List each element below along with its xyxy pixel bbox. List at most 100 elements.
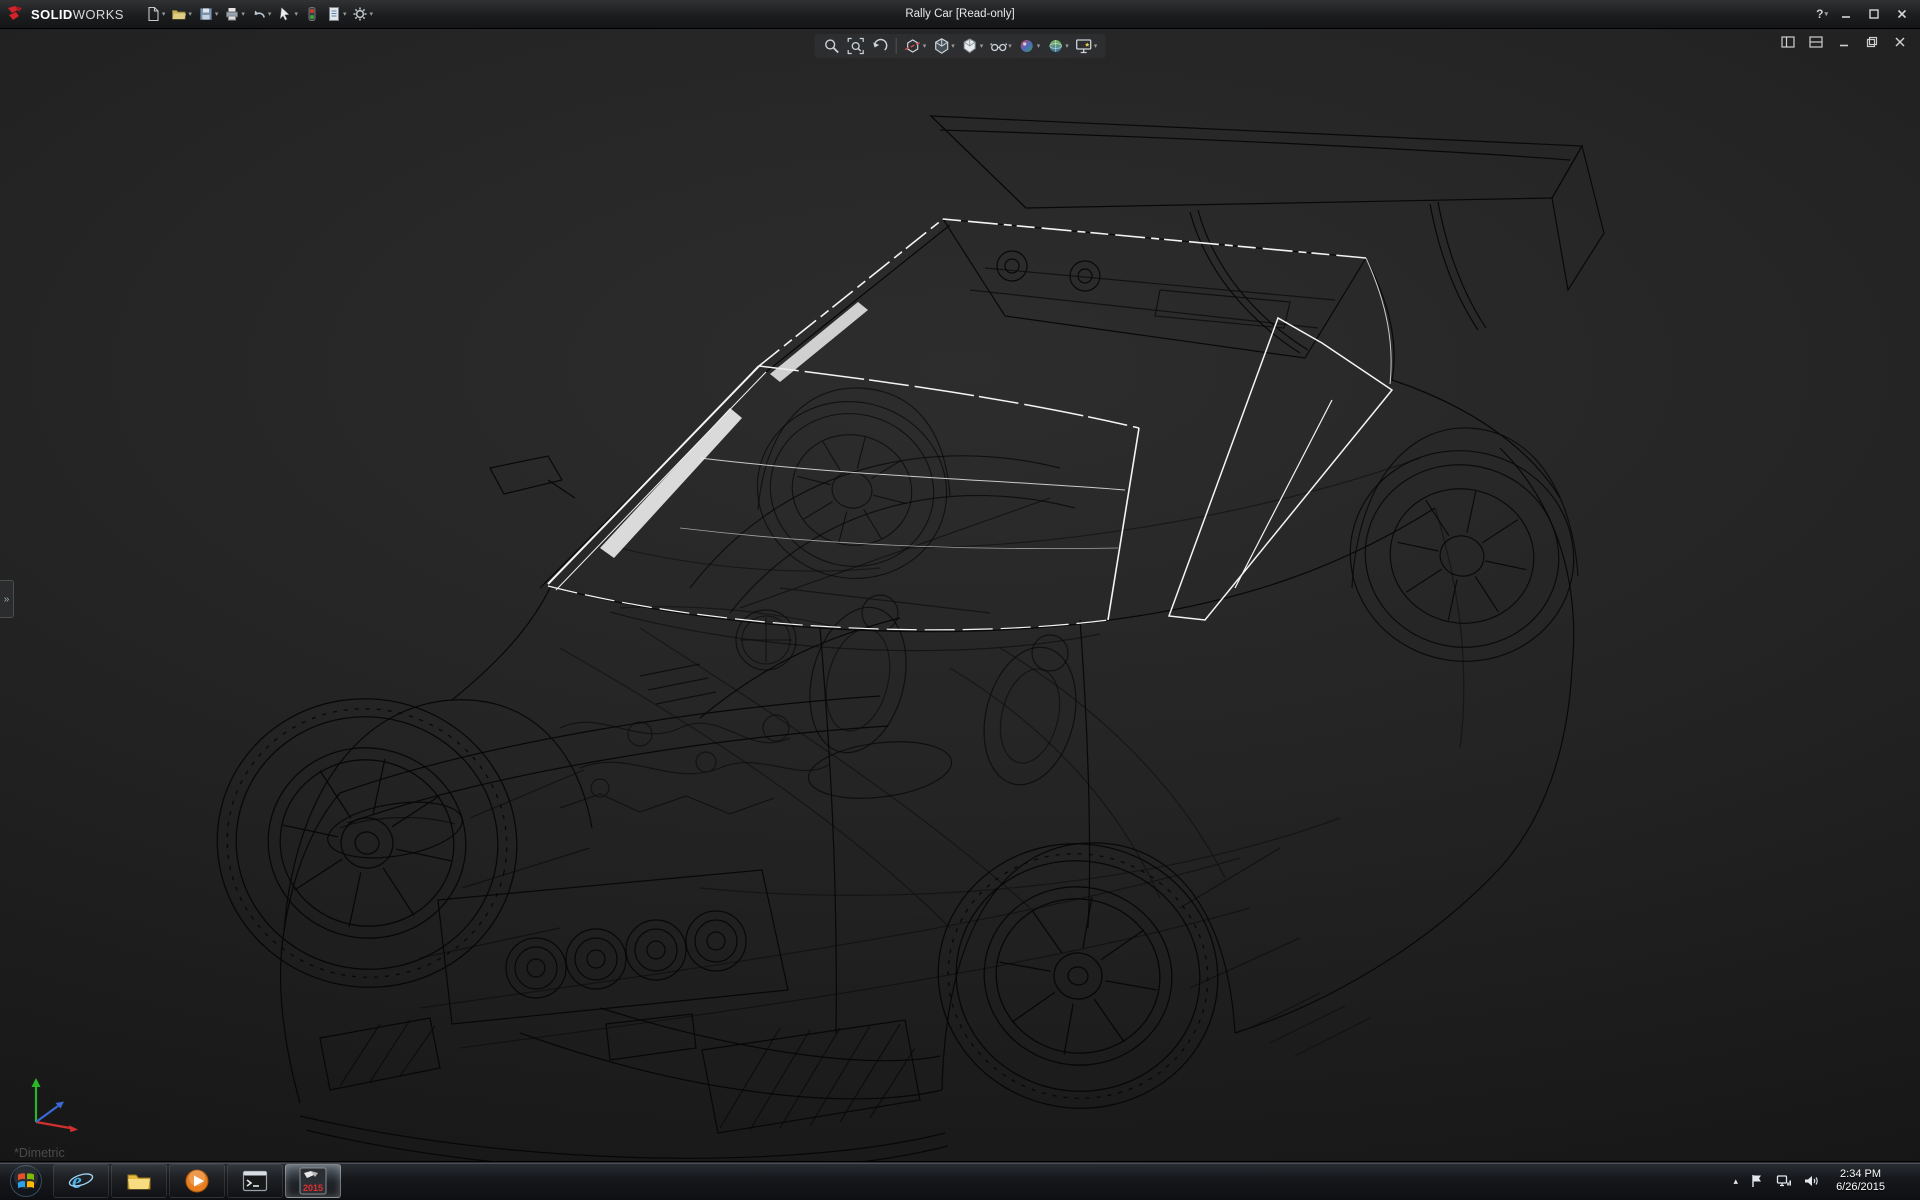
options-button[interactable]: ▾ [349, 2, 376, 26]
print-button[interactable]: ▾ [221, 2, 248, 26]
network-icon[interactable] [1776, 1173, 1792, 1189]
file-properties-button[interactable]: ▾ [323, 2, 350, 26]
close-document-button[interactable] [1890, 33, 1910, 51]
undo-icon [251, 6, 267, 22]
show-feature-tree-button[interactable] [1778, 33, 1798, 51]
rear-left-wheel [917, 822, 1239, 1131]
dropdown-caret-icon: ▾ [1037, 42, 1041, 50]
command-prompt-icon [241, 1167, 269, 1195]
main-toolbar: ▾ ▾ ▾ ▾ [142, 2, 376, 26]
zoom-to-area-button[interactable] [845, 36, 867, 56]
hide-show-items-button[interactable]: ▾ [987, 36, 1014, 56]
front-right-wheel [739, 382, 966, 599]
internet-explorer-icon: e [67, 1167, 95, 1195]
minimize-icon [1840, 8, 1852, 20]
save-button[interactable]: ▾ [195, 2, 222, 26]
hide-show-glasses-icon [989, 37, 1007, 55]
zoom-to-fit-button[interactable] [821, 36, 843, 56]
document-title: Rally Car [Read-only] [905, 8, 1014, 20]
dropdown-caret-icon: ▾ [241, 10, 245, 18]
undo-button[interactable]: ▾ [248, 2, 275, 26]
view-settings-button[interactable]: ▾ [1073, 36, 1100, 56]
taskbar-clock[interactable]: 2:34 PM 6/26/2015 [1830, 1168, 1891, 1194]
folder-icon [125, 1167, 153, 1195]
titlebar: SOLIDWORKS ▾ ▾ ▾ [0, 0, 1920, 29]
show-hidden-icons-button[interactable]: ▴ [1734, 1176, 1739, 1187]
solidworks-logo-icon [6, 5, 26, 23]
dropdown-caret-icon: ▾ [188, 10, 192, 18]
dropdown-caret-icon: ▾ [923, 42, 927, 50]
solidworks-logo: SOLIDWORKS [0, 5, 134, 23]
edit-appearance-button[interactable]: ▾ [1016, 36, 1043, 56]
rally-car-wireframe [0, 28, 1920, 1162]
section-view-button[interactable]: ▾ [902, 36, 929, 56]
taskbar-internet-explorer[interactable]: e [53, 1164, 109, 1198]
dropdown-caret-icon: ▾ [1094, 42, 1098, 50]
chevron-right-icon: » [4, 594, 10, 605]
dropdown-caret-icon: ▾ [268, 10, 272, 18]
split-pane-vertical-icon [1781, 35, 1795, 49]
options-gear-icon [352, 6, 368, 22]
display-style-button[interactable]: ▾ [959, 36, 986, 56]
previous-view-icon [871, 37, 889, 55]
titlebar-controls: ?▾ [1812, 3, 1920, 25]
dropdown-caret-icon: ▾ [951, 42, 955, 50]
minimize-button[interactable] [1832, 3, 1860, 25]
taskbar-media-player[interactable] [169, 1164, 225, 1198]
dropdown-caret-icon: ▾ [294, 10, 298, 18]
split-pane-horizontal-icon [1809, 35, 1823, 49]
dropdown-caret-icon: ▾ [343, 10, 347, 18]
previous-view-button[interactable] [869, 36, 891, 56]
action-center-flag-icon[interactable] [1749, 1173, 1765, 1189]
maximize-icon [1868, 8, 1880, 20]
close-icon [1893, 35, 1907, 49]
dropdown-caret-icon: ▾ [1824, 10, 1828, 18]
new-document-button[interactable]: ▾ [142, 2, 169, 26]
toolbar-separator [896, 38, 897, 54]
windows-start-orb-icon [9, 1164, 43, 1198]
close-button[interactable] [1888, 3, 1916, 25]
view-orientation-button[interactable]: ▾ [930, 36, 957, 56]
open-document-icon [171, 6, 187, 22]
taskbar-items: e [52, 1162, 342, 1200]
solidworks-2015-icon: 2015 [298, 1166, 328, 1196]
restore-icon [1865, 35, 1879, 49]
rebuild-button[interactable] [301, 2, 323, 26]
taskbar-solidworks[interactable]: 2015 [285, 1164, 341, 1198]
minimize-document-button[interactable] [1834, 33, 1854, 51]
select-button[interactable]: ▾ [274, 2, 301, 26]
dropdown-caret-icon: ▾ [215, 10, 219, 18]
dropdown-caret-icon: ▾ [369, 10, 373, 18]
file-properties-icon [326, 6, 342, 22]
feature-manager-flyout-tab[interactable]: » [0, 580, 14, 618]
dropdown-caret-icon: ▾ [980, 42, 984, 50]
front-left-wheel [190, 671, 543, 1015]
save-icon [198, 6, 214, 22]
edit-appearance-ball-icon [1018, 37, 1036, 55]
dropdown-caret-icon: ▾ [1065, 42, 1069, 50]
volume-icon[interactable] [1803, 1173, 1819, 1189]
restore-document-button[interactable] [1862, 33, 1882, 51]
windows-taskbar: e [0, 1161, 1920, 1200]
zoom-to-fit-icon [823, 37, 841, 55]
dropdown-caret-icon: ▾ [1008, 42, 1012, 50]
help-button[interactable]: ?▾ [1812, 7, 1832, 21]
graphics-viewport[interactable]: ▾ ▾ ▾ ▾ [0, 28, 1920, 1162]
show-panes-button[interactable] [1806, 33, 1826, 51]
apply-scene-button[interactable]: ▾ [1044, 36, 1071, 56]
solidworks-window: SOLIDWORKS ▾ ▾ ▾ [0, 0, 1920, 1200]
start-button[interactable] [0, 1162, 52, 1200]
clock-date: 6/26/2015 [1836, 1181, 1885, 1194]
maximize-button[interactable] [1860, 3, 1888, 25]
dropdown-caret-icon: ▾ [162, 10, 166, 18]
taskbar-command-prompt[interactable] [227, 1164, 283, 1198]
section-view-icon [904, 37, 922, 55]
taskbar-windows-explorer[interactable] [111, 1164, 167, 1198]
zoom-to-area-icon [847, 37, 865, 55]
heads-up-view-toolbar: ▾ ▾ ▾ ▾ [815, 34, 1106, 58]
svg-text:e: e [72, 1168, 82, 1193]
clock-time: 2:34 PM [1836, 1168, 1885, 1181]
open-document-button[interactable]: ▾ [168, 2, 195, 26]
view-settings-icon [1075, 37, 1093, 55]
select-cursor-icon [277, 6, 293, 22]
